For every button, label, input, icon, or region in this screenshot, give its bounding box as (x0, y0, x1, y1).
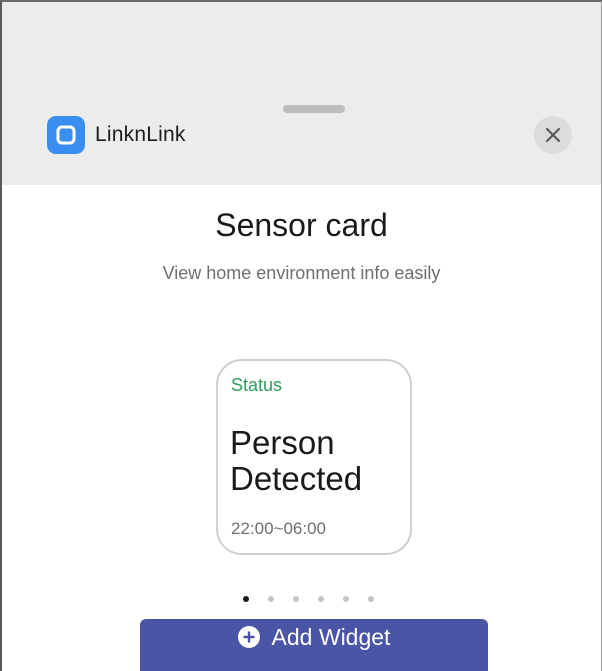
page-dot[interactable] (318, 596, 324, 602)
drag-handle[interactable] (283, 105, 345, 113)
sensor-widget-preview[interactable]: Status Person Detected 22:00~06:00 (216, 359, 412, 555)
app-brand: LinknLink (47, 116, 186, 154)
add-widget-button[interactable]: Add Widget (140, 619, 488, 671)
card-status-value: Person Detected (230, 424, 363, 497)
app-name: LinknLink (95, 123, 186, 146)
page-subtitle: View home environment info easily (162, 263, 441, 283)
close-icon (545, 127, 561, 143)
page-dot[interactable] (293, 596, 299, 602)
page-title: Sensor card (215, 207, 388, 243)
sheet-header: LinknLink (2, 2, 601, 185)
card-time-range: 22:00~06:00 (231, 519, 327, 538)
widget-sheet: LinknLink Sensor card View home environm… (0, 0, 602, 671)
page-indicator (243, 596, 393, 602)
close-button[interactable] (534, 116, 572, 154)
linknlink-logo-icon (47, 116, 85, 154)
page-dot[interactable] (343, 596, 349, 602)
page-dot[interactable] (368, 596, 374, 602)
plus-circle-icon (237, 626, 260, 648)
add-widget-label: Add Widget (271, 623, 391, 650)
page-dot[interactable] (268, 596, 274, 602)
page-dot[interactable] (243, 596, 249, 602)
card-status-label: Status (231, 375, 283, 395)
